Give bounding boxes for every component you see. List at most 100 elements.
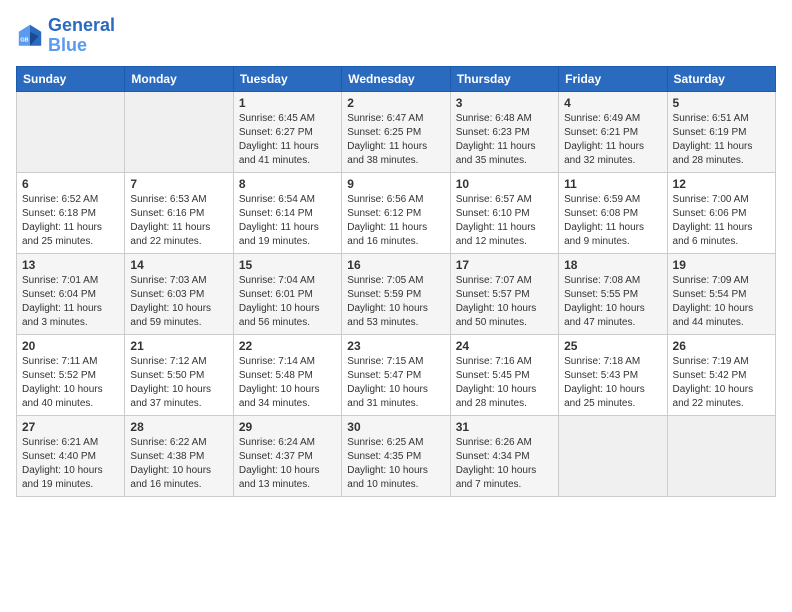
weekday-header-cell: Saturday xyxy=(667,66,775,91)
day-number: 23 xyxy=(347,339,444,353)
day-info: Sunrise: 6:26 AM Sunset: 4:34 PM Dayligh… xyxy=(456,436,553,492)
day-info: Sunrise: 7:14 AM Sunset: 5:48 PM Dayligh… xyxy=(239,355,336,411)
calendar-day-cell: 1 Sunrise: 6:45 AM Sunset: 6:27 PM Daylig… xyxy=(233,91,341,172)
calendar-day-cell: 11 Sunrise: 6:59 AM Sunset: 6:08 PM Dayli… xyxy=(559,172,667,253)
calendar-week-row: 20 Sunrise: 7:11 AM Sunset: 5:52 PM Dayli… xyxy=(17,334,776,415)
day-number: 5 xyxy=(673,96,770,110)
calendar-body: 1 Sunrise: 6:45 AM Sunset: 6:27 PM Daylig… xyxy=(17,91,776,496)
day-info: Sunrise: 7:12 AM Sunset: 5:50 PM Dayligh… xyxy=(130,355,227,411)
day-number: 17 xyxy=(456,258,553,272)
day-info: Sunrise: 7:05 AM Sunset: 5:59 PM Dayligh… xyxy=(347,274,444,330)
day-number: 14 xyxy=(130,258,227,272)
day-info: Sunrise: 6:24 AM Sunset: 4:37 PM Dayligh… xyxy=(239,436,336,492)
calendar-day-cell: 31 Sunrise: 6:26 AM Sunset: 4:34 PM Dayli… xyxy=(450,415,558,496)
day-info: Sunrise: 7:01 AM Sunset: 6:04 PM Dayligh… xyxy=(22,274,119,330)
day-number: 13 xyxy=(22,258,119,272)
calendar-day-cell: 22 Sunrise: 7:14 AM Sunset: 5:48 PM Dayli… xyxy=(233,334,341,415)
weekday-header-cell: Monday xyxy=(125,66,233,91)
day-info: Sunrise: 6:49 AM Sunset: 6:21 PM Dayligh… xyxy=(564,112,661,168)
day-info: Sunrise: 7:04 AM Sunset: 6:01 PM Dayligh… xyxy=(239,274,336,330)
day-info: Sunrise: 6:59 AM Sunset: 6:08 PM Dayligh… xyxy=(564,193,661,249)
day-number: 2 xyxy=(347,96,444,110)
calendar-day-cell: 4 Sunrise: 6:49 AM Sunset: 6:21 PM Daylig… xyxy=(559,91,667,172)
page-header: GB GeneralBlue xyxy=(16,16,776,56)
day-number: 18 xyxy=(564,258,661,272)
calendar-day-cell: 7Sunrise: 6:53 AM Sunset: 6:16 PM Daylig… xyxy=(125,172,233,253)
day-number: 3 xyxy=(456,96,553,110)
calendar-day-cell: 30Sunrise: 6:25 AM Sunset: 4:35 PM Dayli… xyxy=(342,415,450,496)
calendar-day-cell: 5 Sunrise: 6:51 AM Sunset: 6:19 PM Daylig… xyxy=(667,91,775,172)
calendar-day-cell: 13 Sunrise: 7:01 AM Sunset: 6:04 PM Dayli… xyxy=(17,253,125,334)
calendar-day-cell xyxy=(559,415,667,496)
weekday-header-cell: Friday xyxy=(559,66,667,91)
logo-icon: GB xyxy=(16,22,44,50)
day-number: 9 xyxy=(347,177,444,191)
day-info: Sunrise: 7:03 AM Sunset: 6:03 PM Dayligh… xyxy=(130,274,227,330)
day-number: 25 xyxy=(564,339,661,353)
day-info: Sunrise: 6:45 AM Sunset: 6:27 PM Dayligh… xyxy=(239,112,336,168)
day-number: 22 xyxy=(239,339,336,353)
calendar-day-cell: 8Sunrise: 6:54 AM Sunset: 6:14 PM Daylig… xyxy=(233,172,341,253)
calendar-day-cell: 10 Sunrise: 6:57 AM Sunset: 6:10 PM Dayli… xyxy=(450,172,558,253)
calendar-day-cell: 27Sunrise: 6:21 AM Sunset: 4:40 PM Dayli… xyxy=(17,415,125,496)
weekday-header-row: SundayMondayTuesdayWednesdayThursdayFrid… xyxy=(17,66,776,91)
calendar-day-cell: 23Sunrise: 7:15 AM Sunset: 5:47 PM Dayli… xyxy=(342,334,450,415)
calendar-day-cell xyxy=(667,415,775,496)
calendar-day-cell: 25Sunrise: 7:18 AM Sunset: 5:43 PM Dayli… xyxy=(559,334,667,415)
calendar-day-cell: 28 Sunrise: 6:22 AM Sunset: 4:38 PM Dayli… xyxy=(125,415,233,496)
day-number: 19 xyxy=(673,258,770,272)
day-info: Sunrise: 6:47 AM Sunset: 6:25 PM Dayligh… xyxy=(347,112,444,168)
weekday-header-cell: Wednesday xyxy=(342,66,450,91)
day-number: 6 xyxy=(22,177,119,191)
day-info: Sunrise: 6:57 AM Sunset: 6:10 PM Dayligh… xyxy=(456,193,553,249)
day-number: 8 xyxy=(239,177,336,191)
day-number: 4 xyxy=(564,96,661,110)
calendar-table: SundayMondayTuesdayWednesdayThursdayFrid… xyxy=(16,66,776,497)
calendar-day-cell xyxy=(125,91,233,172)
calendar-day-cell: 9 Sunrise: 6:56 AM Sunset: 6:12 PM Daylig… xyxy=(342,172,450,253)
day-info: Sunrise: 6:22 AM Sunset: 4:38 PM Dayligh… xyxy=(130,436,227,492)
day-info: Sunrise: 6:51 AM Sunset: 6:19 PM Dayligh… xyxy=(673,112,770,168)
day-info: Sunrise: 7:19 AM Sunset: 5:42 PM Dayligh… xyxy=(673,355,770,411)
day-info: Sunrise: 7:08 AM Sunset: 5:55 PM Dayligh… xyxy=(564,274,661,330)
day-number: 11 xyxy=(564,177,661,191)
day-number: 21 xyxy=(130,339,227,353)
calendar-week-row: 6 Sunrise: 6:52 AM Sunset: 6:18 PM Daylig… xyxy=(17,172,776,253)
calendar-day-cell: 26 Sunrise: 7:19 AM Sunset: 5:42 PM Dayli… xyxy=(667,334,775,415)
calendar-day-cell: 2 Sunrise: 6:47 AM Sunset: 6:25 PM Daylig… xyxy=(342,91,450,172)
day-info: Sunrise: 6:56 AM Sunset: 6:12 PM Dayligh… xyxy=(347,193,444,249)
day-number: 29 xyxy=(239,420,336,434)
day-number: 27 xyxy=(22,420,119,434)
day-info: Sunrise: 7:00 AM Sunset: 6:06 PM Dayligh… xyxy=(673,193,770,249)
calendar-week-row: 27Sunrise: 6:21 AM Sunset: 4:40 PM Dayli… xyxy=(17,415,776,496)
calendar-day-cell: 6 Sunrise: 6:52 AM Sunset: 6:18 PM Daylig… xyxy=(17,172,125,253)
logo-text: GeneralBlue xyxy=(48,16,115,56)
calendar-week-row: 1 Sunrise: 6:45 AM Sunset: 6:27 PM Daylig… xyxy=(17,91,776,172)
day-number: 26 xyxy=(673,339,770,353)
calendar-day-cell: 21 Sunrise: 7:12 AM Sunset: 5:50 PM Dayli… xyxy=(125,334,233,415)
calendar-day-cell: 3 Sunrise: 6:48 AM Sunset: 6:23 PM Daylig… xyxy=(450,91,558,172)
day-info: Sunrise: 7:11 AM Sunset: 5:52 PM Dayligh… xyxy=(22,355,119,411)
day-number: 12 xyxy=(673,177,770,191)
day-number: 20 xyxy=(22,339,119,353)
day-number: 1 xyxy=(239,96,336,110)
day-info: Sunrise: 6:52 AM Sunset: 6:18 PM Dayligh… xyxy=(22,193,119,249)
day-number: 31 xyxy=(456,420,553,434)
day-info: Sunrise: 7:07 AM Sunset: 5:57 PM Dayligh… xyxy=(456,274,553,330)
day-number: 15 xyxy=(239,258,336,272)
calendar-day-cell: 14 Sunrise: 7:03 AM Sunset: 6:03 PM Dayli… xyxy=(125,253,233,334)
day-number: 24 xyxy=(456,339,553,353)
day-number: 10 xyxy=(456,177,553,191)
calendar-day-cell: 20 Sunrise: 7:11 AM Sunset: 5:52 PM Dayli… xyxy=(17,334,125,415)
calendar-day-cell: 16Sunrise: 7:05 AM Sunset: 5:59 PM Dayli… xyxy=(342,253,450,334)
calendar-day-cell: 12 Sunrise: 7:00 AM Sunset: 6:06 PM Dayli… xyxy=(667,172,775,253)
calendar-day-cell: 29 Sunrise: 6:24 AM Sunset: 4:37 PM Dayli… xyxy=(233,415,341,496)
calendar-day-cell: 15 Sunrise: 7:04 AM Sunset: 6:01 PM Dayli… xyxy=(233,253,341,334)
calendar-day-cell: 19Sunrise: 7:09 AM Sunset: 5:54 PM Dayli… xyxy=(667,253,775,334)
day-number: 7 xyxy=(130,177,227,191)
calendar-week-row: 13 Sunrise: 7:01 AM Sunset: 6:04 PM Dayli… xyxy=(17,253,776,334)
day-number: 28 xyxy=(130,420,227,434)
svg-text:GB: GB xyxy=(20,37,28,43)
calendar-day-cell xyxy=(17,91,125,172)
day-info: Sunrise: 6:48 AM Sunset: 6:23 PM Dayligh… xyxy=(456,112,553,168)
